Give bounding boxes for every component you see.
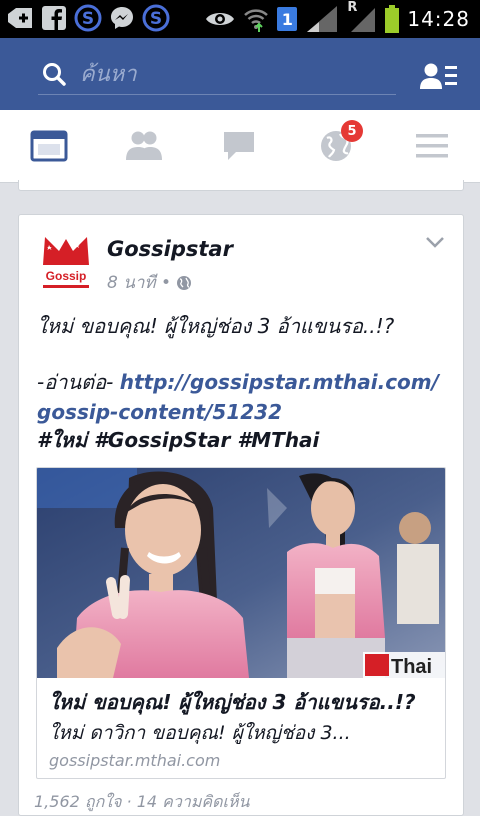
- eye-icon: [206, 13, 235, 25]
- svg-text:S: S: [150, 9, 162, 29]
- post-timestamp[interactable]: 8 นาที •: [107, 269, 171, 296]
- clock: 14:28: [407, 7, 470, 31]
- chevron-down-icon[interactable]: [425, 235, 445, 249]
- system-icons: 1 R 14:28: [205, 0, 470, 34]
- post-text-line1: ใหม่ ขอบคุณ! ผู้ใหญ่ช่อง 3 อ้าแขนรอ..!?: [37, 314, 395, 338]
- messenger-icon: [108, 4, 136, 32]
- tab-friends[interactable]: [124, 128, 164, 164]
- signal-icon: [307, 6, 338, 32]
- post-link[interactable]: http://gossipstar.mthai.com/: [120, 370, 439, 394]
- tab-news-feed[interactable]: [30, 128, 70, 164]
- search-bar[interactable]: [38, 56, 396, 95]
- post-author-name[interactable]: Gossipstar: [107, 237, 233, 261]
- post-link-continued[interactable]: gossip-content/51232: [37, 397, 447, 427]
- facebook-icon: [40, 4, 68, 32]
- friend-requests-icon[interactable]: [420, 62, 460, 90]
- status-bar: S S 1 R 14:28: [0, 0, 480, 38]
- wifi-icon: [244, 9, 269, 32]
- link-attachment[interactable]: Thai ใหม่ ขอบคุณ! ผู้ใหญ่ช่อง 3 อ้าแขนรอ…: [36, 467, 446, 779]
- post-card: Gossip Gossipstar 8 นาที • ใหม่ ขอบคุณ! …: [18, 214, 464, 816]
- tab-bar: [0, 110, 480, 183]
- search-input[interactable]: [78, 58, 382, 90]
- tab-more-menu[interactable]: [414, 128, 454, 164]
- photo-watermark: Thai: [391, 656, 432, 678]
- sim-badge: 1: [277, 7, 298, 31]
- post-read-more-line: -อ่านต่อ- http://gossipstar.mthai.com/: [37, 367, 447, 397]
- svg-text:S: S: [82, 9, 94, 29]
- notification-icons: S S: [6, 4, 170, 32]
- skype-icon: S: [74, 4, 102, 32]
- page-avatar[interactable]: Gossip: [39, 233, 93, 293]
- svg-text:Gossip: Gossip: [46, 269, 87, 283]
- post-meta: 8 นาที •: [107, 269, 192, 296]
- globe-icon: [177, 275, 192, 290]
- post-hashtags[interactable]: #ใหม่ #GossipStar #MThai: [37, 425, 447, 455]
- app-header: [0, 38, 480, 110]
- previous-post-card: [18, 180, 464, 191]
- read-more-label: -อ่านต่อ-: [37, 370, 114, 394]
- notification-badge: 5: [341, 120, 363, 142]
- skype-icon: S: [142, 4, 170, 32]
- battery-icon: [385, 5, 400, 33]
- search-icon: [43, 63, 66, 86]
- roaming-label: R: [347, 0, 358, 15]
- attachment-photo: Thai: [37, 468, 445, 678]
- attachment-description: ใหม่ ดาวิกา ขอบคุณ! ผู้ใหญ่ช่อง 3...: [49, 722, 351, 744]
- attachment-domain: gossipstar.mthai.com: [49, 751, 221, 770]
- post-engagement-summary[interactable]: 1,562 ถูกใจ · 14 ความคิดเห็น: [34, 790, 249, 815]
- roaming-indicator: R: [347, 0, 377, 34]
- attachment-title[interactable]: ใหม่ ขอบคุณ! ผู้ใหญ่ช่อง 3 อ้าแขนรอ..!?: [49, 686, 439, 718]
- tab-messages[interactable]: [220, 128, 260, 164]
- add-icon: [6, 4, 34, 32]
